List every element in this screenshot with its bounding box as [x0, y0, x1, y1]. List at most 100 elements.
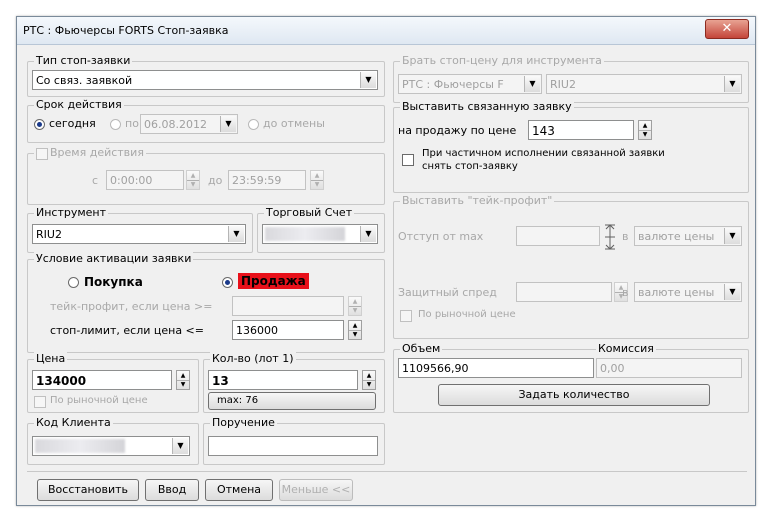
cancel-button[interactable]: Отмена [205, 479, 273, 501]
take-profit-market-checkbox[interactable] [400, 310, 412, 322]
linked-cancel-checkbox[interactable] [402, 154, 414, 166]
client-code-legend: Код Клиента [34, 416, 113, 429]
instrument-value: RIU2 [36, 228, 62, 241]
active-time-to-value: 23:59:59 [232, 174, 282, 187]
take-profit-condition-input[interactable] [232, 296, 344, 316]
volume-input: 1109566,90 [398, 358, 594, 378]
take-price-class-select[interactable]: РТС : Фьючерсы F ▼ [398, 74, 542, 94]
commission-label: Комиссия [596, 342, 656, 355]
validity-group: Срок действия сегодня по 06.08.2012 ▼ до… [27, 98, 385, 143]
take-profit-legend: Выставить "тейк-профит" [400, 194, 555, 207]
spread-label: Защитный спред [398, 286, 497, 299]
quantity-input[interactable]: 13 [208, 370, 358, 390]
offset-spinner[interactable] [602, 224, 615, 250]
active-time-group: Время действия с 0:00:00 ▲ ▼ до 23:59:59 … [27, 146, 385, 205]
linked-order-group: Выставить связанную заявку на продажу по… [393, 100, 749, 193]
price-market-label: По рыночной цене [50, 395, 148, 406]
active-time-from-spinner[interactable]: ▲ ▼ [186, 170, 200, 190]
buy-radio[interactable] [68, 277, 79, 288]
buy-label: Покупка [84, 275, 143, 289]
sell-label: Продажа [238, 273, 309, 289]
active-time-to-label: до [208, 174, 223, 187]
stop-limit-input[interactable]: 136000 [232, 320, 344, 340]
take-profit-condition-label: тейк-профит, если цена >= [50, 300, 213, 313]
price-group: Цена 134000 ▲ ▼ По рыночной цене [27, 352, 199, 413]
active-time-checkbox[interactable] [36, 148, 48, 160]
close-button[interactable]: ✕ [705, 19, 749, 39]
activation-group: Условие активации заявки Покупка Продажа… [27, 252, 385, 353]
instrument-select[interactable]: RIU2 ▼ [32, 224, 246, 244]
take-price-group: Брать стоп-цену для инструмента РТС : Фь… [393, 54, 749, 103]
instruction-group: Поручение [203, 416, 385, 465]
chevron-down-icon: ▼ [220, 116, 236, 132]
instrument-legend: Инструмент [34, 206, 109, 219]
quantity-spinner[interactable]: ▲ ▼ [362, 370, 376, 390]
price-market-checkbox[interactable] [34, 396, 46, 408]
chevron-down-icon: ▼ [360, 72, 376, 88]
offset-input[interactable] [516, 226, 600, 246]
validity-date-picker[interactable]: 06.08.2012 ▼ [140, 114, 238, 134]
offset-in-label: в [622, 230, 629, 243]
redacted-client-code [35, 439, 125, 453]
active-time-from-label: с [92, 174, 99, 187]
activation-legend: Условие активации заявки [34, 252, 194, 265]
commission-value: 0,00 [600, 362, 625, 375]
take-profit-condition-spinner[interactable]: ▲ ▼ [348, 296, 362, 316]
active-time-from-value: 0:00:00 [110, 174, 153, 187]
stop-limit-spinner[interactable]: ▲ ▼ [348, 320, 362, 340]
sell-radio[interactable] [222, 277, 233, 288]
active-time-from-input[interactable]: 0:00:00 [106, 170, 184, 190]
account-select[interactable]: ▼ [262, 224, 378, 244]
max-quantity-button[interactable]: max: 76 [208, 392, 376, 410]
active-time-legend: Время действия [34, 146, 146, 159]
client-code-group: Код Клиента ▼ [27, 416, 199, 465]
chevron-down-icon: ▼ [524, 76, 540, 92]
active-time-to-input[interactable]: 23:59:59 [228, 170, 306, 190]
chevron-down-icon: ▼ [724, 284, 740, 300]
instrument-group: Инструмент RIU2 ▼ [27, 206, 253, 253]
validity-until-cancel-label: до отмены [263, 117, 325, 130]
enter-button[interactable]: Ввод [145, 479, 199, 501]
linked-order-legend: Выставить связанную заявку [400, 100, 574, 113]
order-type-group: Тип стоп-заявки Со связ. заявкой ▼ [27, 54, 385, 97]
spread-currency-select[interactable]: валюте цены ▼ [634, 282, 742, 302]
window-title: РТС : Фьючерсы FORTS Стоп-заявка [23, 24, 229, 37]
client-code-select[interactable]: ▼ [32, 436, 190, 456]
set-quantity-button[interactable]: Задать количество [438, 384, 710, 406]
spread-currency-value: валюте цены [638, 286, 715, 299]
validity-until-radio[interactable] [110, 119, 121, 130]
order-type-select[interactable]: Со связ. заявкой ▼ [32, 70, 378, 90]
validity-date-value: 06.08.2012 [144, 118, 207, 131]
commission-input: 0,00 [596, 358, 742, 378]
validity-today-label: сегодня [49, 117, 96, 130]
take-price-security-select[interactable]: RIU2 ▼ [546, 74, 742, 94]
linked-price-input[interactable]: 143 [528, 120, 634, 140]
spread-in-label: в [622, 286, 629, 299]
volume-value: 1109566,90 [402, 362, 469, 375]
title-bar: РТС : Фьючерсы FORTS Стоп-заявка ✕ [17, 17, 755, 45]
price-input[interactable]: 134000 [32, 370, 172, 390]
validity-until-cancel-radio[interactable] [248, 119, 259, 130]
less-button[interactable]: Меньше << [279, 479, 353, 501]
account-legend: Торговый Счет [264, 206, 355, 219]
linked-cancel-label-2: снять стоп-заявку [422, 161, 518, 172]
price-spinner[interactable]: ▲ ▼ [176, 370, 190, 390]
take-price-security-value: RIU2 [550, 78, 576, 91]
offset-currency-select[interactable]: валюте цены ▼ [634, 226, 742, 246]
linked-cancel-label-1: При частичном исполнении связанной заявк… [422, 148, 665, 159]
restore-button[interactable]: Восстановить [37, 479, 139, 501]
redacted-account [265, 227, 345, 241]
offset-label: Отступ от max [398, 230, 484, 243]
instruction-input[interactable] [208, 436, 378, 456]
spread-input[interactable] [516, 282, 612, 302]
take-profit-market-label: По рыночной цене [418, 309, 516, 320]
order-type-value: Со связ. заявкой [36, 74, 133, 87]
linked-price-spinner[interactable]: ▲ ▼ [638, 120, 652, 140]
validity-until-label: по [125, 117, 139, 130]
active-time-to-spinner[interactable]: ▲ ▼ [310, 170, 324, 190]
chevron-down-icon: ▼ [724, 76, 740, 92]
quantity-legend: Кол-во (лот 1) [210, 352, 296, 365]
footer-divider [27, 471, 747, 472]
stop-limit-value: 136000 [236, 324, 278, 337]
validity-today-radio[interactable] [34, 119, 45, 130]
